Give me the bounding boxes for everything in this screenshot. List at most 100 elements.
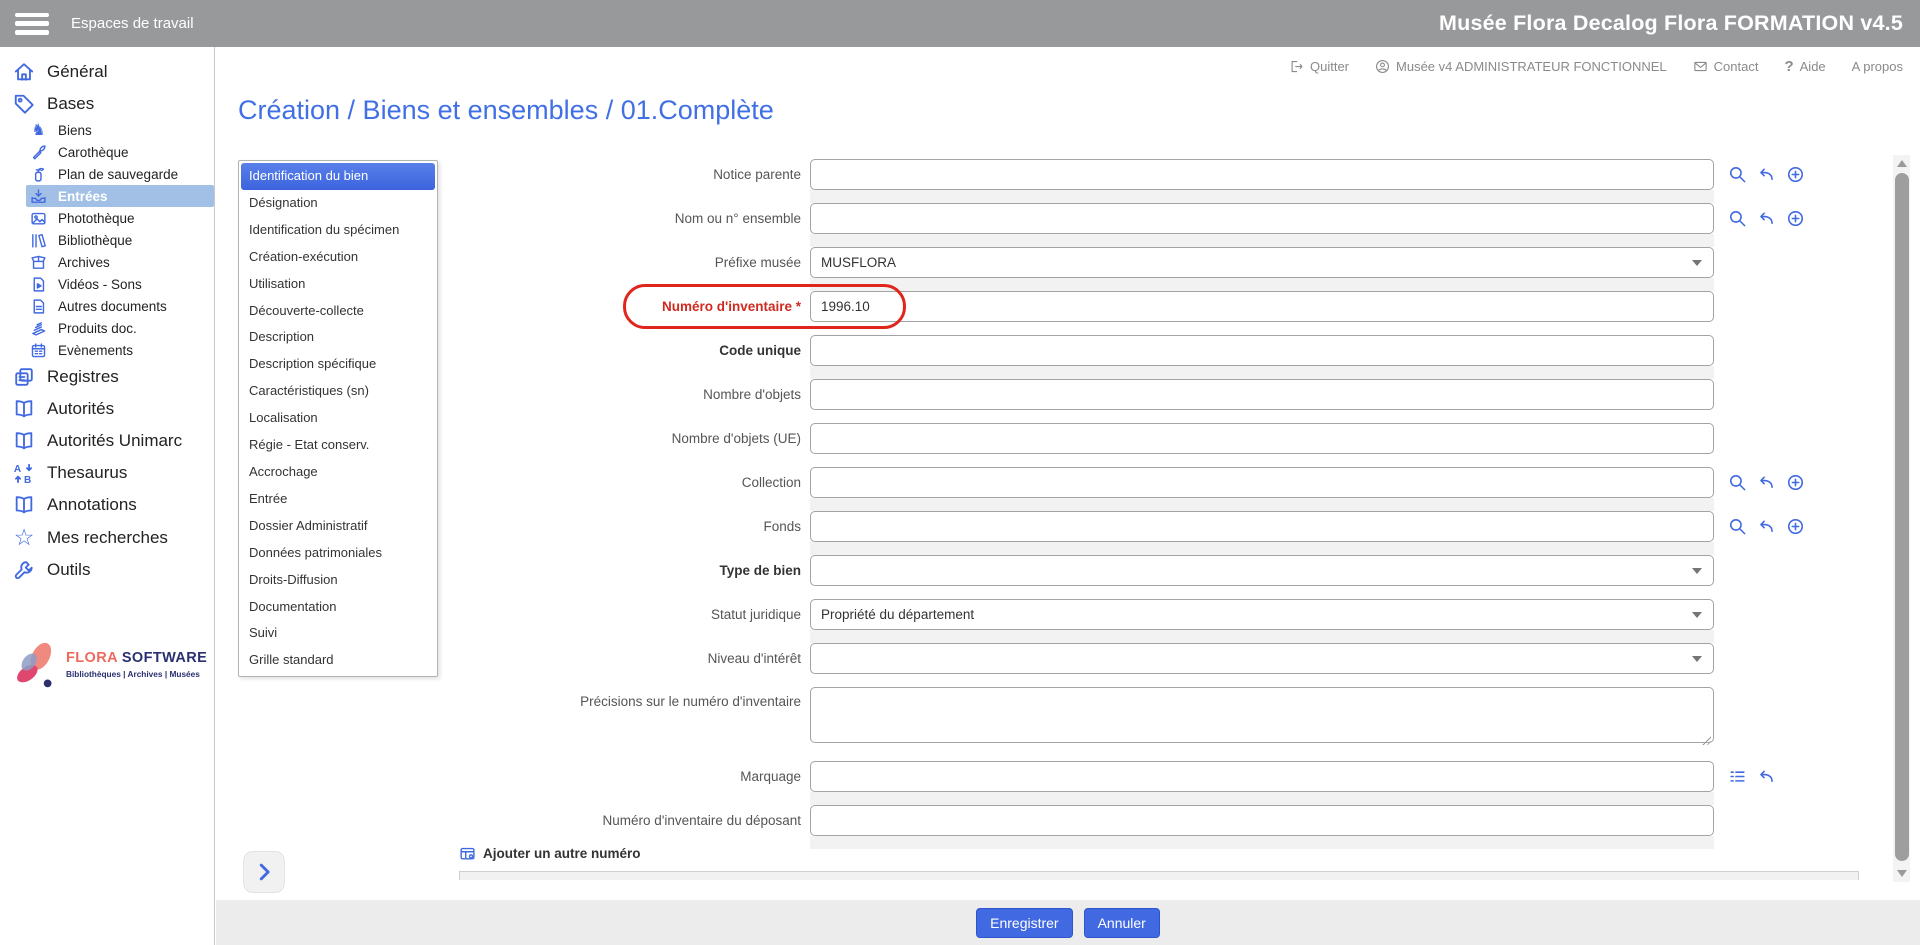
numero-deposant-input[interactable] — [810, 805, 1714, 836]
search-icon[interactable] — [1728, 209, 1747, 228]
image-icon — [31, 212, 46, 225]
type-de-bien-select[interactable] — [810, 555, 1714, 586]
tab-dossier-administratif[interactable]: Dossier Administratif — [241, 513, 435, 540]
nombre-objets-input[interactable] — [810, 379, 1714, 410]
tab-localisation[interactable]: Localisation — [241, 405, 435, 432]
add-circle-icon[interactable] — [1786, 473, 1805, 492]
tab-identification-du-specimen[interactable]: Identification du spécimen — [241, 217, 435, 244]
statut-juridique-select[interactable] — [810, 599, 1714, 630]
sidebar-item-registres[interactable]: Registres — [0, 361, 214, 393]
about-link[interactable]: A propos — [1852, 59, 1903, 74]
quit-link[interactable]: Quitter — [1289, 59, 1349, 74]
help-link[interactable]: ? Aide — [1784, 58, 1825, 75]
tab-entree[interactable]: Entrée — [241, 486, 435, 513]
sidebar-item-biens[interactable]: ♞ Biens — [0, 120, 214, 141]
tab-designation[interactable]: Désignation — [241, 190, 435, 217]
sidebar-item-bases[interactable]: Bases — [0, 88, 214, 120]
sidebar-item-plan-de-sauvegarde[interactable]: Plan de sauvegarde — [0, 163, 214, 185]
search-icon[interactable] — [1728, 517, 1747, 536]
add-circle-icon[interactable] — [1786, 165, 1805, 184]
sidebar-item-thesaurus[interactable]: AB Thesaurus — [0, 457, 214, 489]
scrollbar-thumb[interactable] — [1894, 173, 1909, 861]
workspaces-label[interactable]: Espaces de travail — [71, 15, 194, 32]
sidebar-item-phototheque[interactable]: Photothèque — [0, 207, 214, 229]
top-bar: Espaces de travail Musée Flora Decalog F… — [0, 0, 1920, 47]
sidebar-item-autorites-unimarc[interactable]: Autorités Unimarc — [0, 425, 214, 457]
footer-action-bar: Enregistrer Annuler — [216, 900, 1920, 945]
house-icon — [14, 63, 34, 81]
contact-link[interactable]: Contact — [1693, 59, 1758, 74]
undo-icon[interactable] — [1757, 209, 1776, 228]
cancel-button[interactable]: Annuler — [1083, 907, 1160, 938]
nom-ensemble-input[interactable] — [810, 203, 1714, 234]
scroll-up-arrow-icon[interactable] — [1896, 160, 1907, 167]
list-icon[interactable] — [1728, 767, 1747, 786]
niveau-interet-select[interactable] — [810, 643, 1714, 674]
sidebar-item-evenements[interactable]: Evènements — [0, 339, 214, 361]
search-icon[interactable] — [1728, 165, 1747, 184]
svg-text:B: B — [24, 475, 31, 484]
tab-accrochage[interactable]: Accrochage — [241, 459, 435, 486]
tab-creation-execution[interactable]: Création-exécution — [241, 244, 435, 271]
undo-icon[interactable] — [1757, 767, 1776, 786]
butterfly-logo-icon — [17, 642, 52, 688]
video-document-icon — [33, 276, 45, 292]
collection-input[interactable] — [810, 467, 1714, 498]
expand-panel-button[interactable] — [243, 851, 285, 893]
sidebar-item-entrees[interactable]: Entrées — [26, 185, 214, 207]
tab-description[interactable]: Description — [241, 324, 435, 351]
add-circle-icon[interactable] — [1786, 209, 1805, 228]
question-mark-icon: ? — [1784, 57, 1794, 75]
code-unique-input[interactable] — [810, 335, 1714, 366]
search-icon[interactable] — [1728, 473, 1747, 492]
collapsed-panel-bar[interactable] — [459, 871, 1859, 880]
form-row-nom-ensemble: Nom ou n° ensemble — [455, 203, 1805, 247]
add-number-header[interactable]: Ajouter un autre numéro — [459, 845, 1859, 862]
tab-donnees-patrimoniales[interactable]: Données patrimoniales — [241, 540, 435, 567]
sidebar-item-bibliotheque[interactable]: Bibliothèque — [0, 229, 214, 251]
tab-identification-du-bien[interactable]: Identification du bien — [241, 163, 435, 190]
user-account-link[interactable]: Musée v4 ADMINISTRATEUR FONCTIONNEL — [1375, 59, 1667, 74]
sidebar-item-archives[interactable]: Archives — [0, 251, 214, 273]
undo-icon[interactable] — [1757, 473, 1776, 492]
field-label: Type de bien — [719, 563, 801, 578]
sidebar-item-autorites[interactable]: Autorités — [0, 393, 214, 425]
tab-description-specifique[interactable]: Description spécifique — [241, 351, 435, 378]
marquage-input[interactable] — [810, 761, 1714, 792]
vertical-scrollbar[interactable] — [1893, 155, 1910, 882]
sidebar-item-carotheque[interactable]: Carothèque — [0, 141, 214, 163]
undo-icon[interactable] — [1757, 165, 1776, 184]
undo-icon[interactable] — [1757, 517, 1776, 536]
field-label: Collection — [741, 475, 801, 490]
hamburger-menu-icon[interactable] — [15, 12, 49, 35]
form-row-notice-parente: Notice parente — [455, 159, 1805, 203]
sidebar-item-annotations[interactable]: Annotations — [0, 489, 214, 521]
sidebar-item-produits-doc[interactable]: Produits doc. — [0, 317, 214, 339]
sidebar-item-autres-documents[interactable]: Autres documents — [0, 295, 214, 317]
scroll-down-arrow-icon[interactable] — [1896, 870, 1907, 877]
field-label: Nombre d'objets — [703, 387, 801, 402]
nombre-objets-ue-input[interactable] — [810, 423, 1714, 454]
fonds-input[interactable] — [810, 511, 1714, 542]
sidebar-item-videos-sons[interactable]: Vidéos - Sons — [0, 273, 214, 295]
prefixe-musee-select[interactable] — [810, 247, 1714, 278]
field-label: Code unique — [719, 343, 801, 358]
brand-flora: FLORA — [66, 649, 118, 666]
tab-regie-etat-conserv[interactable]: Régie - Etat conserv. — [241, 432, 435, 459]
tab-documentation[interactable]: Documentation — [241, 594, 435, 621]
sidebar-item-general[interactable]: Général — [0, 56, 214, 88]
tab-grille-standard[interactable]: Grille standard — [241, 647, 435, 674]
notice-parente-input[interactable] — [810, 159, 1714, 190]
tab-decouverte-collecte[interactable]: Découverte-collecte — [241, 298, 435, 325]
tab-utilisation[interactable]: Utilisation — [241, 271, 435, 298]
numero-inventaire-input[interactable] — [810, 291, 1714, 322]
sidebar-item-outils[interactable]: Outils — [0, 554, 214, 586]
brand-tagline: Bibliothèques | Archives | Musées — [66, 668, 200, 679]
precisions-numero-textarea[interactable] — [810, 687, 1714, 743]
sidebar-item-mes-recherches[interactable]: ☆ Mes recherches — [0, 521, 214, 554]
tab-caracteristiques-sn[interactable]: Caractéristiques (sn) — [241, 378, 435, 405]
save-button[interactable]: Enregistrer — [976, 907, 1073, 938]
tab-droits-diffusion[interactable]: Droits-Diffusion — [241, 567, 435, 594]
add-circle-icon[interactable] — [1786, 517, 1805, 536]
tab-suivi[interactable]: Suivi — [241, 620, 435, 647]
